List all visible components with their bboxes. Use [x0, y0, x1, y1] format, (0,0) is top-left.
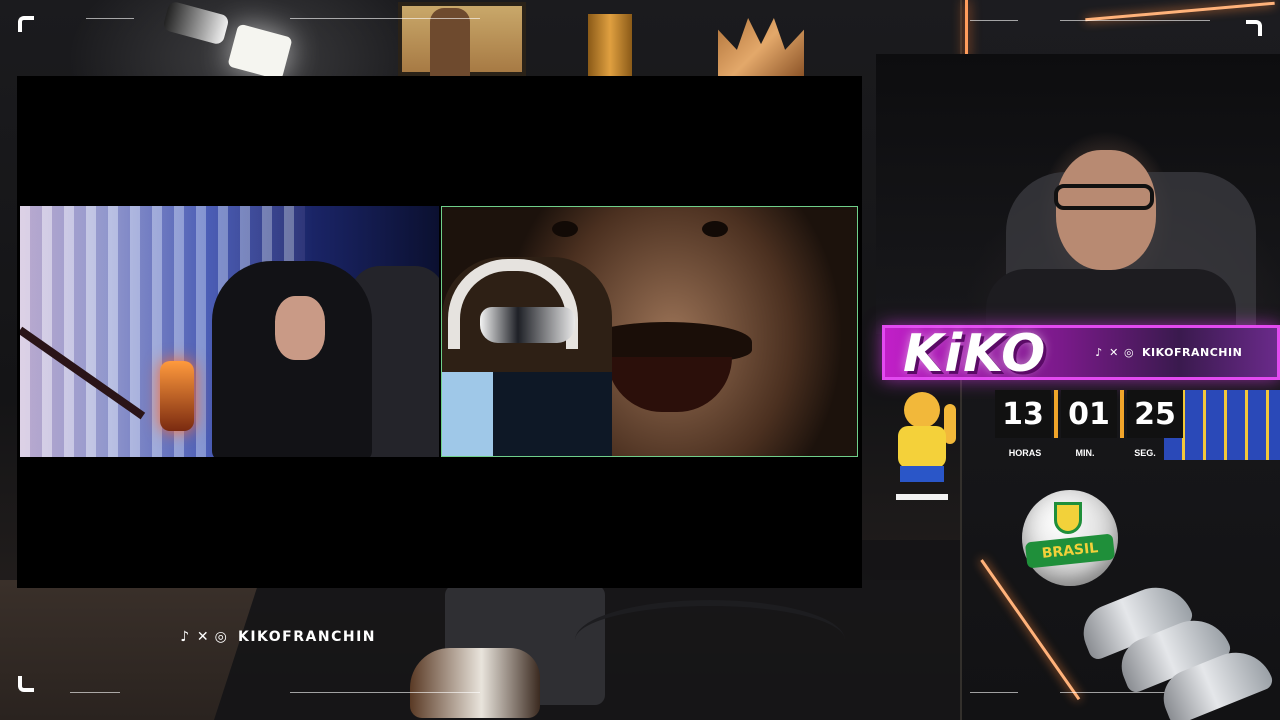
guest-face [275, 296, 325, 360]
streamer-face [1056, 150, 1156, 270]
frame-corner [18, 16, 34, 32]
countdown-timer: 13 01 25 [995, 390, 1183, 438]
sunglasses [480, 307, 575, 343]
guest-shirt [442, 372, 612, 456]
banner-social: ♪ ✕ ◎ KIKOFRANCHIN [1093, 346, 1242, 359]
tiktok-icon: ♪ [1095, 346, 1103, 359]
trophy [588, 14, 632, 76]
frame-line [86, 18, 134, 19]
webcam-streamer [876, 54, 1280, 342]
social-handle: KIKOFRANCHIN [238, 629, 376, 645]
frame-line [290, 692, 480, 693]
timer-seconds: 25 [1127, 390, 1183, 438]
video-face-mouth [607, 357, 732, 412]
timer-separator [1120, 390, 1124, 438]
instagram-icon: ◎ [1123, 346, 1135, 359]
glasses [1054, 184, 1154, 210]
timer-separator [1054, 390, 1058, 438]
frame-line [1060, 20, 1210, 21]
led-strip [965, 0, 968, 60]
frame-line [290, 18, 480, 19]
timer-minutes: 01 [1061, 390, 1117, 438]
chair-base [575, 600, 845, 680]
timer-hours: 13 [995, 390, 1051, 438]
frame-corner [1246, 20, 1262, 36]
ball-crest [1054, 502, 1082, 534]
video-face-eyes [552, 221, 752, 241]
x-icon: ✕ [1109, 346, 1119, 359]
timer-label-seconds: SEG. [1134, 448, 1156, 458]
microphone [160, 361, 194, 431]
mascot-figure [882, 392, 962, 504]
streamer-name: KiKO [903, 324, 1047, 384]
frame-corner [18, 676, 34, 692]
frame-line [970, 20, 1018, 21]
timer-label-minutes: MIN. [1075, 448, 1095, 458]
webcam-guest-right [441, 206, 858, 457]
timer-label-hours: HORAS [1008, 448, 1042, 458]
instagram-icon: ◎ [214, 629, 229, 645]
social-handle-bar: ♪ ✕ ◎ KIKOFRANCHIN [178, 629, 376, 645]
sneaker [410, 648, 540, 718]
tiktok-icon: ♪ [180, 629, 191, 645]
webcam-guest-left [20, 206, 439, 457]
banner-handle: KIKOFRANCHIN [1142, 346, 1243, 359]
frame-line [70, 692, 120, 693]
x-icon: ✕ [196, 629, 211, 645]
timer-labels: HORAS MIN. SEG. [995, 448, 1175, 458]
streamer-name-banner: KiKO ♪ ✕ ◎ KIKOFRANCHIN [882, 324, 1280, 384]
frame-line [970, 692, 1018, 693]
